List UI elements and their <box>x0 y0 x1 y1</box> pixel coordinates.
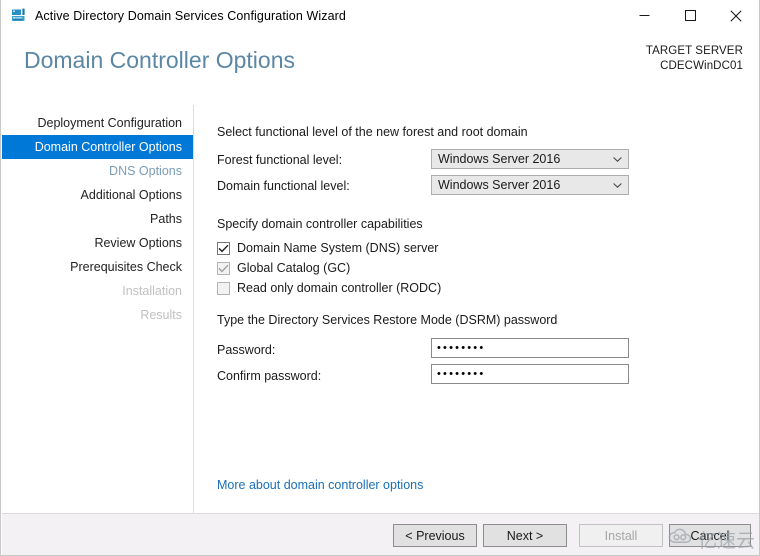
previous-button[interactable]: < Previous <box>393 524 477 547</box>
install-button: Install <box>579 524 663 547</box>
page-title: Domain Controller Options <box>24 47 296 73</box>
target-server-name: CDECWinDC01 <box>660 60 743 72</box>
checkbox-dns-server-label: Domain Name System (DNS) server <box>237 241 439 255</box>
sidebar-item-paths[interactable]: Paths <box>2 207 193 231</box>
ad-server-icon <box>9 7 27 25</box>
confirm-password-input[interactable]: •••••••• <box>431 364 629 384</box>
dsrm-heading: Type the Directory Services Restore Mode… <box>217 313 558 327</box>
sidebar-item-label: Results <box>140 308 182 322</box>
title-bar[interactable]: Active Directory Domain Services Configu… <box>1 0 759 31</box>
forest-functional-level-label: Forest functional level: <box>217 153 343 167</box>
next-button[interactable]: Next > <box>483 524 567 547</box>
sidebar-item-label: Review Options <box>94 236 182 250</box>
checkbox-unchecked-disabled-icon <box>217 281 230 295</box>
chevron-down-icon <box>613 155 622 164</box>
target-server-block: TARGET SERVER CDECWinDC01 <box>646 44 743 74</box>
sidebar-item-label: Installation <box>122 284 182 298</box>
functional-level-heading: Select functional level of the new fores… <box>217 125 528 139</box>
sidebar-item-label: DNS Options <box>109 164 182 178</box>
checkbox-global-catalog: Global Catalog (GC) <box>217 261 350 275</box>
chevron-down-icon <box>613 181 622 190</box>
domain-functional-level-value: Windows Server 2016 <box>438 178 561 192</box>
window-title: Active Directory Domain Services Configu… <box>35 8 346 23</box>
password-label: Password: <box>217 343 276 357</box>
cancel-button[interactable]: Cancel <box>669 524 751 547</box>
checkbox-rodc-label: Read only domain controller (RODC) <box>237 281 442 295</box>
sidebar-item-label: Deployment Configuration <box>37 116 182 130</box>
sidebar-item-label: Prerequisites Check <box>70 260 182 274</box>
sidebar-item-label: Additional Options <box>80 188 182 202</box>
close-icon[interactable] <box>713 0 759 31</box>
minimize-icon[interactable] <box>621 0 667 31</box>
sidebar-item-deployment-configuration[interactable]: Deployment Configuration <box>2 111 193 135</box>
wizard-footer: < Previous Next > Install Cancel <box>2 513 759 555</box>
sidebar-item-domain-controller-options[interactable]: Domain Controller Options <box>2 135 193 159</box>
sidebar-item-additional-options[interactable]: Additional Options <box>2 183 193 207</box>
checkbox-global-catalog-label: Global Catalog (GC) <box>237 261 351 275</box>
sidebar-item-label: Domain Controller Options <box>34 140 182 154</box>
wizard-nav-sidebar: Deployment Configuration Domain Controll… <box>2 105 194 514</box>
checkbox-checked-icon <box>217 241 230 255</box>
maximize-icon[interactable] <box>667 0 713 31</box>
wizard-main-pane: Select functional level of the new fores… <box>195 105 759 514</box>
password-masked-value: •••••••• <box>437 341 486 354</box>
checkbox-checked-disabled-icon <box>217 261 230 275</box>
checkbox-rodc: Read only domain controller (RODC) <box>217 281 441 295</box>
forest-functional-level-value: Windows Server 2016 <box>438 152 561 166</box>
wizard-body: Deployment Configuration Domain Controll… <box>2 105 759 514</box>
target-server-label: TARGET SERVER <box>645 45 743 57</box>
domain-functional-level-dropdown[interactable]: Windows Server 2016 <box>431 175 629 195</box>
confirm-password-masked-value: •••••••• <box>437 367 486 380</box>
sidebar-item-dns-options[interactable]: DNS Options <box>2 159 193 183</box>
checkbox-dns-server[interactable]: Domain Name System (DNS) server <box>217 241 438 255</box>
confirm-password-label: Confirm password: <box>217 369 322 383</box>
sidebar-item-review-options[interactable]: Review Options <box>2 231 193 255</box>
sidebar-item-results: Results <box>2 303 193 327</box>
more-about-domain-controller-options-link[interactable]: More about domain controller options <box>217 478 423 492</box>
capabilities-heading: Specify domain controller capabilities <box>217 217 423 231</box>
domain-functional-level-label: Domain functional level: <box>217 179 350 193</box>
page-header: Domain Controller Options TARGET SERVER … <box>2 31 759 105</box>
wizard-window: Active Directory Domain Services Configu… <box>0 0 760 556</box>
sidebar-item-installation: Installation <box>2 279 193 303</box>
password-input[interactable]: •••••••• <box>431 338 629 358</box>
sidebar-item-prerequisites-check[interactable]: Prerequisites Check <box>2 255 193 279</box>
forest-functional-level-dropdown[interactable]: Windows Server 2016 <box>431 149 629 169</box>
sidebar-item-label: Paths <box>150 212 182 226</box>
